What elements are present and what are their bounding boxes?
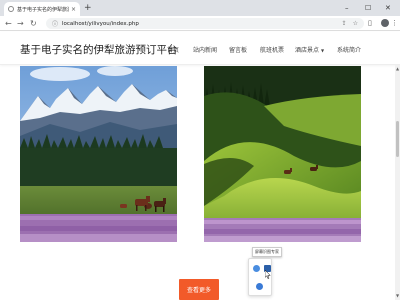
mountain-landscape-image xyxy=(20,66,177,242)
tab-close-icon[interactable]: × xyxy=(71,6,76,13)
caret-down-icon: ▼ xyxy=(321,48,325,53)
browser-toolbar: ← → ↻ ⓘ localhost/yilivyou/index.php ⇪ ☆… xyxy=(0,16,400,31)
back-icon[interactable]: ← xyxy=(5,18,12,29)
reload-icon[interactable]: ↻ xyxy=(30,18,37,29)
menu-dots-icon[interactable]: ⋮ xyxy=(391,19,398,28)
nav-about[interactable]: 系统简介 xyxy=(337,45,361,54)
browser-tab[interactable]: 基于电子实名的伊犁旅游预订平 × xyxy=(4,2,80,16)
maximize-button[interactable]: ☐ xyxy=(365,2,371,14)
nav-hotels[interactable]: 酒店景点 ▼ xyxy=(295,45,324,54)
sidepanel-icon[interactable]: ▯ xyxy=(368,19,372,28)
mouse-cursor-icon xyxy=(265,270,271,279)
page-scrollbar[interactable] xyxy=(395,65,400,300)
profile-avatar[interactable] xyxy=(381,19,389,27)
tab-title: 基于电子实名的伊犁旅游预订平 xyxy=(17,6,69,13)
scenic-photo-meadow[interactable] xyxy=(204,66,361,242)
tooltip: 屏幕识图专家 xyxy=(252,247,282,257)
minimize-button[interactable]: – xyxy=(345,2,349,14)
close-window-button[interactable]: ✕ xyxy=(385,2,391,14)
address-bar[interactable]: ⓘ localhost/yilivyou/index.php ⇪ ☆ xyxy=(46,18,364,29)
site-brand[interactable]: 基于电子实名的伊犁旅游预订平台 xyxy=(20,42,178,57)
scrollbar-thumb[interactable] xyxy=(396,121,399,157)
scenic-photo-mountains[interactable] xyxy=(20,66,177,242)
info-icon: ⓘ xyxy=(52,21,59,28)
shield-icon[interactable] xyxy=(256,283,263,290)
nav-home[interactable]: 首页 xyxy=(167,45,179,54)
app-icon-blue[interactable] xyxy=(253,265,260,272)
forward-icon[interactable]: → xyxy=(17,18,24,29)
nav-guestbook[interactable]: 留言板 xyxy=(229,45,247,54)
new-tab-button[interactable]: + xyxy=(84,2,92,14)
bookmark-star-icon[interactable]: ☆ xyxy=(353,20,358,27)
meadow-landscape-image xyxy=(204,66,361,242)
nav-flights[interactable]: 航班机票 xyxy=(260,45,284,54)
globe-icon xyxy=(8,6,14,12)
site-header: 基于电子实名的伊犁旅游预订平台 首页 站内新闻 留言板 航班机票 酒店景点 ▼ 系… xyxy=(0,32,400,65)
scroll-up-icon[interactable]: ▲ xyxy=(396,66,399,71)
browser-tabstrip: 基于电子实名的伊犁旅游预订平 × + – ☐ ✕ xyxy=(0,0,400,16)
nav-news[interactable]: 站内新闻 xyxy=(193,45,217,54)
scroll-down-icon[interactable]: ▼ xyxy=(396,293,399,298)
view-more-button[interactable]: 查看更多 xyxy=(179,279,219,300)
url-text: localhost/yilivyou/index.php xyxy=(62,20,139,27)
share-icon[interactable]: ⇪ xyxy=(342,20,347,27)
nav-hotels-label: 酒店景点 xyxy=(295,47,320,54)
